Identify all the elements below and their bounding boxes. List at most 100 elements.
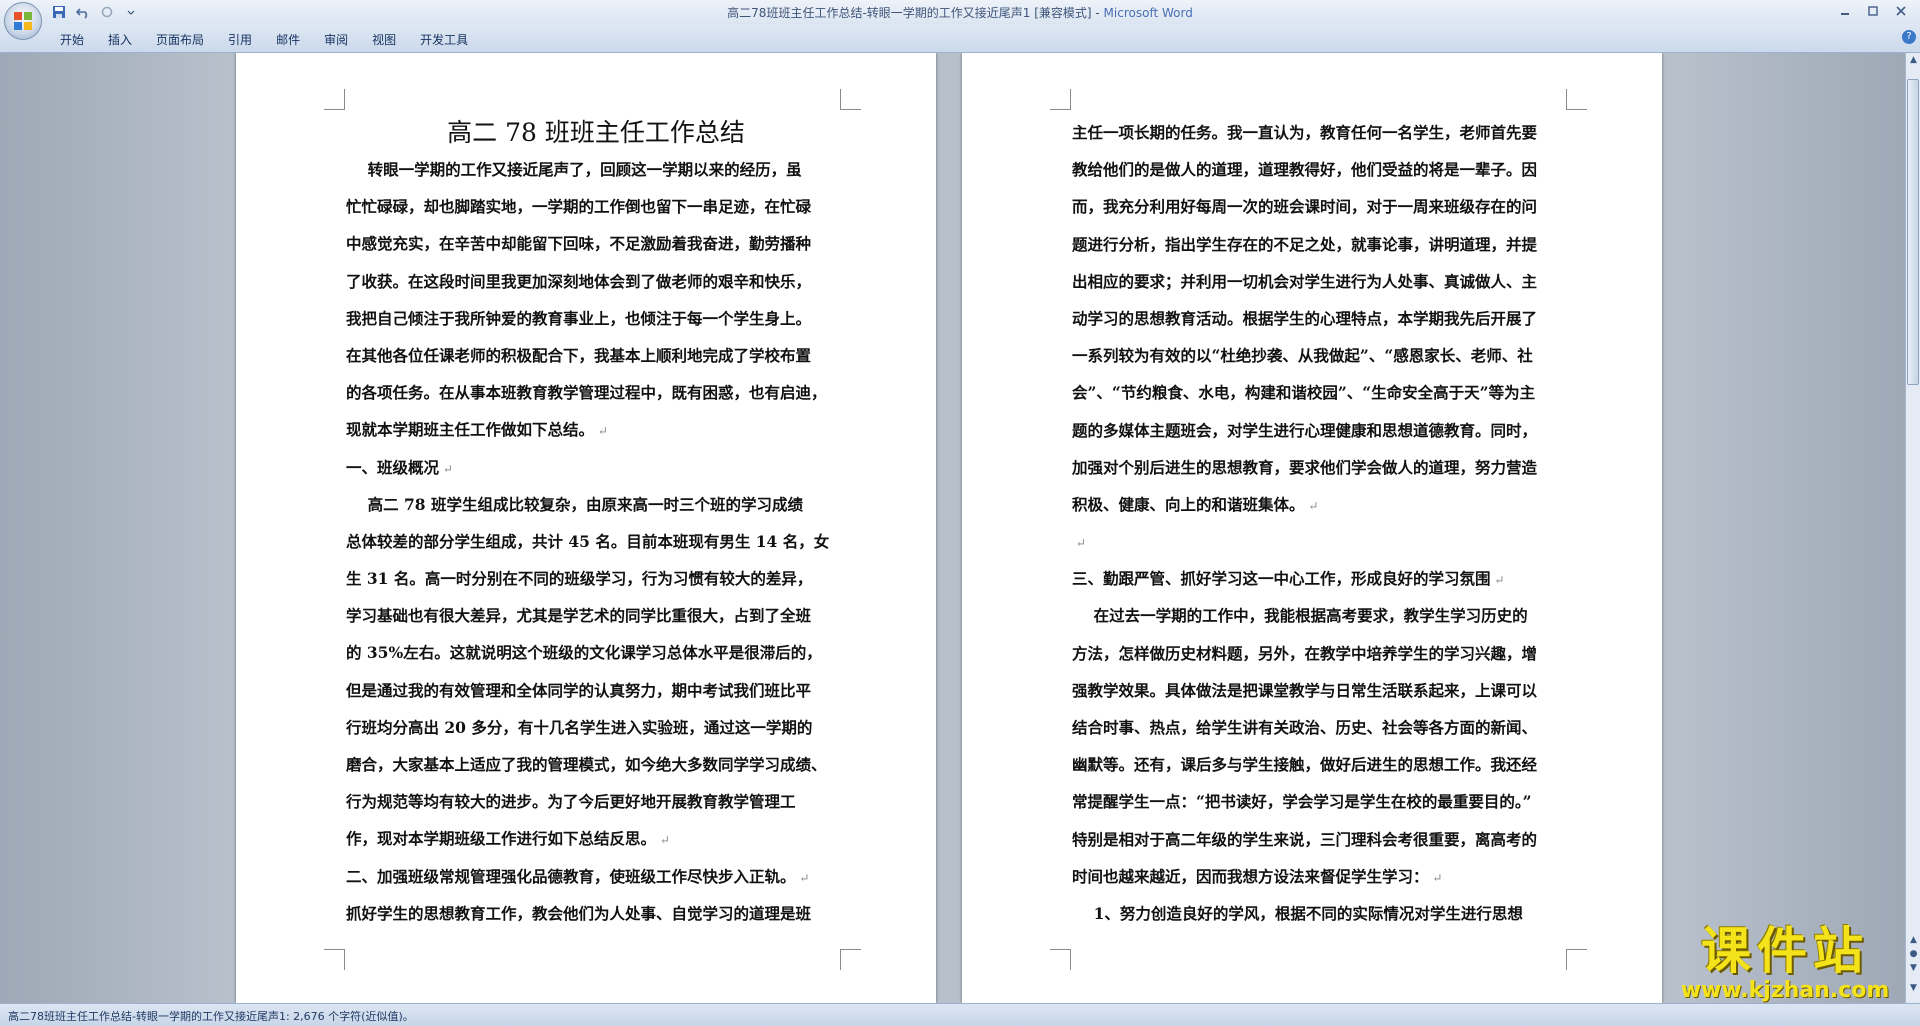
text-line[interactable]: 会”、“节约粮食、水电，构建和谐校园”、“生命安全高于天”等为主: [1072, 374, 1572, 411]
ribbon-tabs: 开始 插入 页面布局 引用 邮件 审阅 视图 开发工具: [50, 31, 482, 48]
text-line[interactable]: 教给他们的是做人的道理，道理教得好，他们受益的将是一辈子。因: [1072, 151, 1572, 188]
text-line[interactable]: 二、加强班级常规管理强化品德教育，使班级工作尽快步入正轨。 ↵: [346, 858, 846, 895]
text-line[interactable]: 常提醒学生一点：“把书读好，学会学习是学生在校的最重要目的。”: [1072, 783, 1572, 820]
help-icon[interactable]: ?: [1902, 30, 1916, 44]
browse-object-icon[interactable]: ●: [1908, 949, 1919, 960]
text-line[interactable]: 三、勤跟严管、抓好学习这一中心工作，形成良好的学习氛围 ↵: [1072, 560, 1572, 597]
text-line[interactable]: 积极、健康、向上的和谐班集体。 ↵: [1072, 486, 1572, 523]
site-watermark: 课件站 www.kjzhan.com: [1670, 923, 1900, 1003]
margin-marker: [1566, 89, 1587, 110]
tab-review[interactable]: 审阅: [314, 31, 362, 48]
minimize-icon: [1841, 13, 1849, 15]
text-line[interactable]: 转眼一学期的工作又接近尾声了，回顾这一学期以来的经历，虽: [346, 151, 846, 188]
paragraph-mark-icon: ↵: [439, 461, 453, 476]
tab-insert[interactable]: 插入: [98, 31, 146, 48]
margin-marker: [1050, 949, 1071, 970]
close-button[interactable]: [1888, 2, 1914, 20]
text-line[interactable]: 强教学效果。具体做法是把课堂教学与日常生活联系起来，上课可以: [1072, 672, 1572, 709]
maximize-button[interactable]: [1860, 2, 1886, 20]
office-button[interactable]: [4, 2, 42, 40]
paragraph-mark-icon: ↵: [594, 424, 608, 439]
document-workspace: 高二 78 班班主任工作总结 转眼一学期的工作又接近尾声了，回顾这一学期以来的经…: [0, 53, 1905, 1003]
tab-mailings[interactable]: 邮件: [266, 31, 314, 48]
minimize-button[interactable]: [1832, 2, 1858, 20]
document-page-right[interactable]: 主任一项长期的任务。我一直认为，教育任何一名学生，老师首先要 教给他们的是做人的道…: [962, 53, 1662, 1003]
text-line[interactable]: 一系列较为有效的以“杜绝抄袭、从我做起”、“感恩家长、老师、社: [1072, 337, 1572, 374]
text-line[interactable]: 方法，怎样做历史材料题，另外，在教学中培养学生的学习兴趣，增: [1072, 635, 1572, 672]
text-line[interactable]: 行为规范等均有较大的进步。为了今后更好地开展教育教学管理工: [346, 783, 846, 820]
margin-marker: [1050, 89, 1071, 110]
text-line[interactable]: 中感觉充实，在辛苦中却能留下回味，不足激励着我奋进，勤劳播种: [346, 225, 846, 262]
tab-developer[interactable]: 开发工具: [410, 31, 482, 48]
text-line[interactable]: 行班均分高出 20 多分，有十几名学生进入实验班，通过这一学期的: [346, 709, 846, 746]
paragraph-mark-icon: ↵: [795, 870, 810, 885]
status-text: 高二78班班主任工作总结-转眼一学期的工作又接近尾声1: 2,676 个字符(近…: [8, 1010, 414, 1023]
text-line[interactable]: 但是通过我的有效管理和全体同学的认真努力，期中考试我们班比平: [346, 672, 846, 709]
text-line[interactable]: 高二 78 班学生组成比较复杂，由原来高一时三个班的学习成绩: [346, 486, 846, 523]
paragraph-mark-icon: ↵: [1428, 870, 1443, 885]
tab-view[interactable]: 视图: [362, 31, 410, 48]
margin-marker: [840, 89, 861, 110]
margin-marker: [324, 949, 345, 970]
text-line[interactable]: 结合时事、热点，给学生讲有关政治、历史、社会等各方面的新闻、: [1072, 709, 1572, 746]
text-line[interactable]: 加强对个别后进生的思想教育，要求他们学会做人的道理，努力营造: [1072, 449, 1572, 486]
text-line[interactable]: 在其他各位任课老师的积极配合下，我基本上顺利地完成了学校布置: [346, 337, 846, 374]
text-line[interactable]: 在过去一学期的工作中，我能根据高考要求，教学生学习历史的: [1072, 597, 1572, 634]
text-line[interactable]: 了收获。在这段时间里我更加深刻地体会到了做老师的艰辛和快乐，: [346, 263, 846, 300]
tab-home[interactable]: 开始: [50, 31, 98, 48]
text-line[interactable]: 现就本学期班主任工作做如下总结。 ↵: [346, 411, 846, 448]
next-page-icon[interactable]: ▼: [1908, 963, 1919, 974]
scroll-down-icon[interactable]: ▼: [1908, 983, 1919, 994]
tab-page-layout[interactable]: 页面布局: [146, 31, 218, 48]
text-line[interactable]: 主任一项长期的任务。我一直认为，教育任何一名学生，老师首先要: [1072, 114, 1572, 151]
text-line[interactable]: 的各项任务。在从事本班教育教学管理过程中，既有困惑，也有启迪，: [346, 374, 846, 411]
document-title[interactable]: 高二 78 班班主任工作总结: [346, 115, 846, 151]
paragraph-mark-icon: ↵: [1490, 573, 1505, 588]
office-logo-icon: [14, 12, 32, 30]
text-line[interactable]: 作，现对本学期班级工作进行如下总结反思。 ↵: [346, 820, 846, 857]
text-line[interactable]: 而，我充分利用好每周一次的班会课时间，对于一周来班级存在的问: [1072, 188, 1572, 225]
text-line[interactable]: 忙忙碌碌，却也脚踏实地，一学期的工作倒也留下一串足迹，在忙碌: [346, 188, 846, 225]
text-line[interactable]: 特别是相对于高二年级的学生来说，三门理科会考很重要，离高考的: [1072, 821, 1572, 858]
text-line[interactable]: 总体较差的部分学生组成，共计 45 名。目前本班现有男生 14 名，女: [346, 523, 846, 560]
right-page-text[interactable]: 主任一项长期的任务。我一直认为，教育任何一名学生，老师首先要 教给他们的是做人的道…: [1072, 114, 1572, 932]
title-bar: 高二78班班主任工作总结-转眼一学期的工作又接近尾声1 [兼容模式] - Mic…: [0, 0, 1920, 40]
window-controls: [1832, 2, 1914, 20]
text-line[interactable]: 时间也越来越近，因而我想方设法来督促学生学习： ↵: [1072, 858, 1572, 895]
text-line[interactable]: 题进行分析，指出学生存在的不足之处，就事论事，讲明道理，并提: [1072, 226, 1572, 263]
margin-marker: [324, 89, 345, 110]
text-line[interactable]: 学习基础也有很大差异，尤其是学艺术的同学比重很大，占到了全班: [346, 597, 846, 634]
left-page-text[interactable]: 转眼一学期的工作又接近尾声了，回顾这一学期以来的经历，虽 忙忙碌碌，却也脚踏实地，…: [346, 151, 846, 932]
vertical-scrollbar[interactable]: ▲ ▲ ● ▼ ▼: [1905, 53, 1920, 1003]
scroll-up-icon[interactable]: ▲: [1908, 55, 1919, 66]
window-title: 高二78班班主任工作总结-转眼一学期的工作又接近尾声1 [兼容模式] - Mic…: [0, 4, 1920, 21]
watermark-url: www.kjzhan.com: [1680, 978, 1890, 1003]
text-line[interactable]: 生 31 名。高一时分别在不同的班级学习，行为习惯有较大的差异，: [346, 560, 846, 597]
watermark-logo: 课件站: [1701, 922, 1869, 980]
text-line[interactable]: 抓好学生的思想教育工作，教会他们为人处事、自觉学习的道理是班: [346, 895, 846, 932]
text-line[interactable]: 题的多媒体主题班会，对学生进行心理健康和思想道德教育。同时，: [1072, 412, 1572, 449]
text-line[interactable]: 1、努力创造良好的学风，根据不同的实际情况对学生进行思想: [1072, 895, 1572, 932]
ribbon-tab-bar: 开始 插入 页面布局 引用 邮件 审阅 视图 开发工具 ?: [0, 24, 1920, 53]
text-line[interactable]: 一、班级概况 ↵: [346, 449, 846, 486]
text-line[interactable]: 我把自己倾注于我所钟爱的教育事业上，也倾注于每一个学生身上。: [346, 300, 846, 337]
text-line[interactable]: 出相应的要求；并利用一切机会对学生进行为人处事、真诚做人、主: [1072, 263, 1572, 300]
text-line[interactable]: ↵: [1072, 523, 1572, 560]
document-page-left[interactable]: 高二 78 班班主任工作总结 转眼一学期的工作又接近尾声了，回顾这一学期以来的经…: [236, 53, 936, 1003]
close-icon: [1896, 6, 1906, 16]
paragraph-mark-icon: ↵: [1304, 498, 1319, 513]
maximize-icon: [1868, 6, 1878, 16]
scrollbar-thumb[interactable]: [1907, 79, 1919, 385]
text-line[interactable]: 的 35%左右。这就说明这个班级的文化课学习总体水平是很滞后的，: [346, 634, 846, 671]
paragraph-mark-icon: ↵: [1072, 536, 1086, 551]
text-line[interactable]: 动学习的思想教育活动。根据学生的心理特点，本学期我先后开展了: [1072, 300, 1572, 337]
tab-references[interactable]: 引用: [218, 31, 266, 48]
app-name: Microsoft Word: [1103, 6, 1193, 20]
paragraph-mark-icon: ↵: [656, 833, 670, 848]
text-line[interactable]: 幽默等。还有，课后多与学生接触，做好后进生的思想工作。我还经: [1072, 746, 1572, 783]
status-bar: 高二78班班主任工作总结-转眼一学期的工作又接近尾声1: 2,676 个字符(近…: [0, 1003, 1920, 1026]
margin-marker: [1566, 949, 1587, 970]
document-name: 高二78班班主任工作总结-转眼一学期的工作又接近尾声1 [兼容模式] -: [727, 6, 1104, 20]
previous-page-icon[interactable]: ▲: [1908, 935, 1919, 946]
text-line[interactable]: 磨合，大家基本上适应了我的管理模式，如今绝大多数同学学习成绩、: [346, 746, 846, 783]
